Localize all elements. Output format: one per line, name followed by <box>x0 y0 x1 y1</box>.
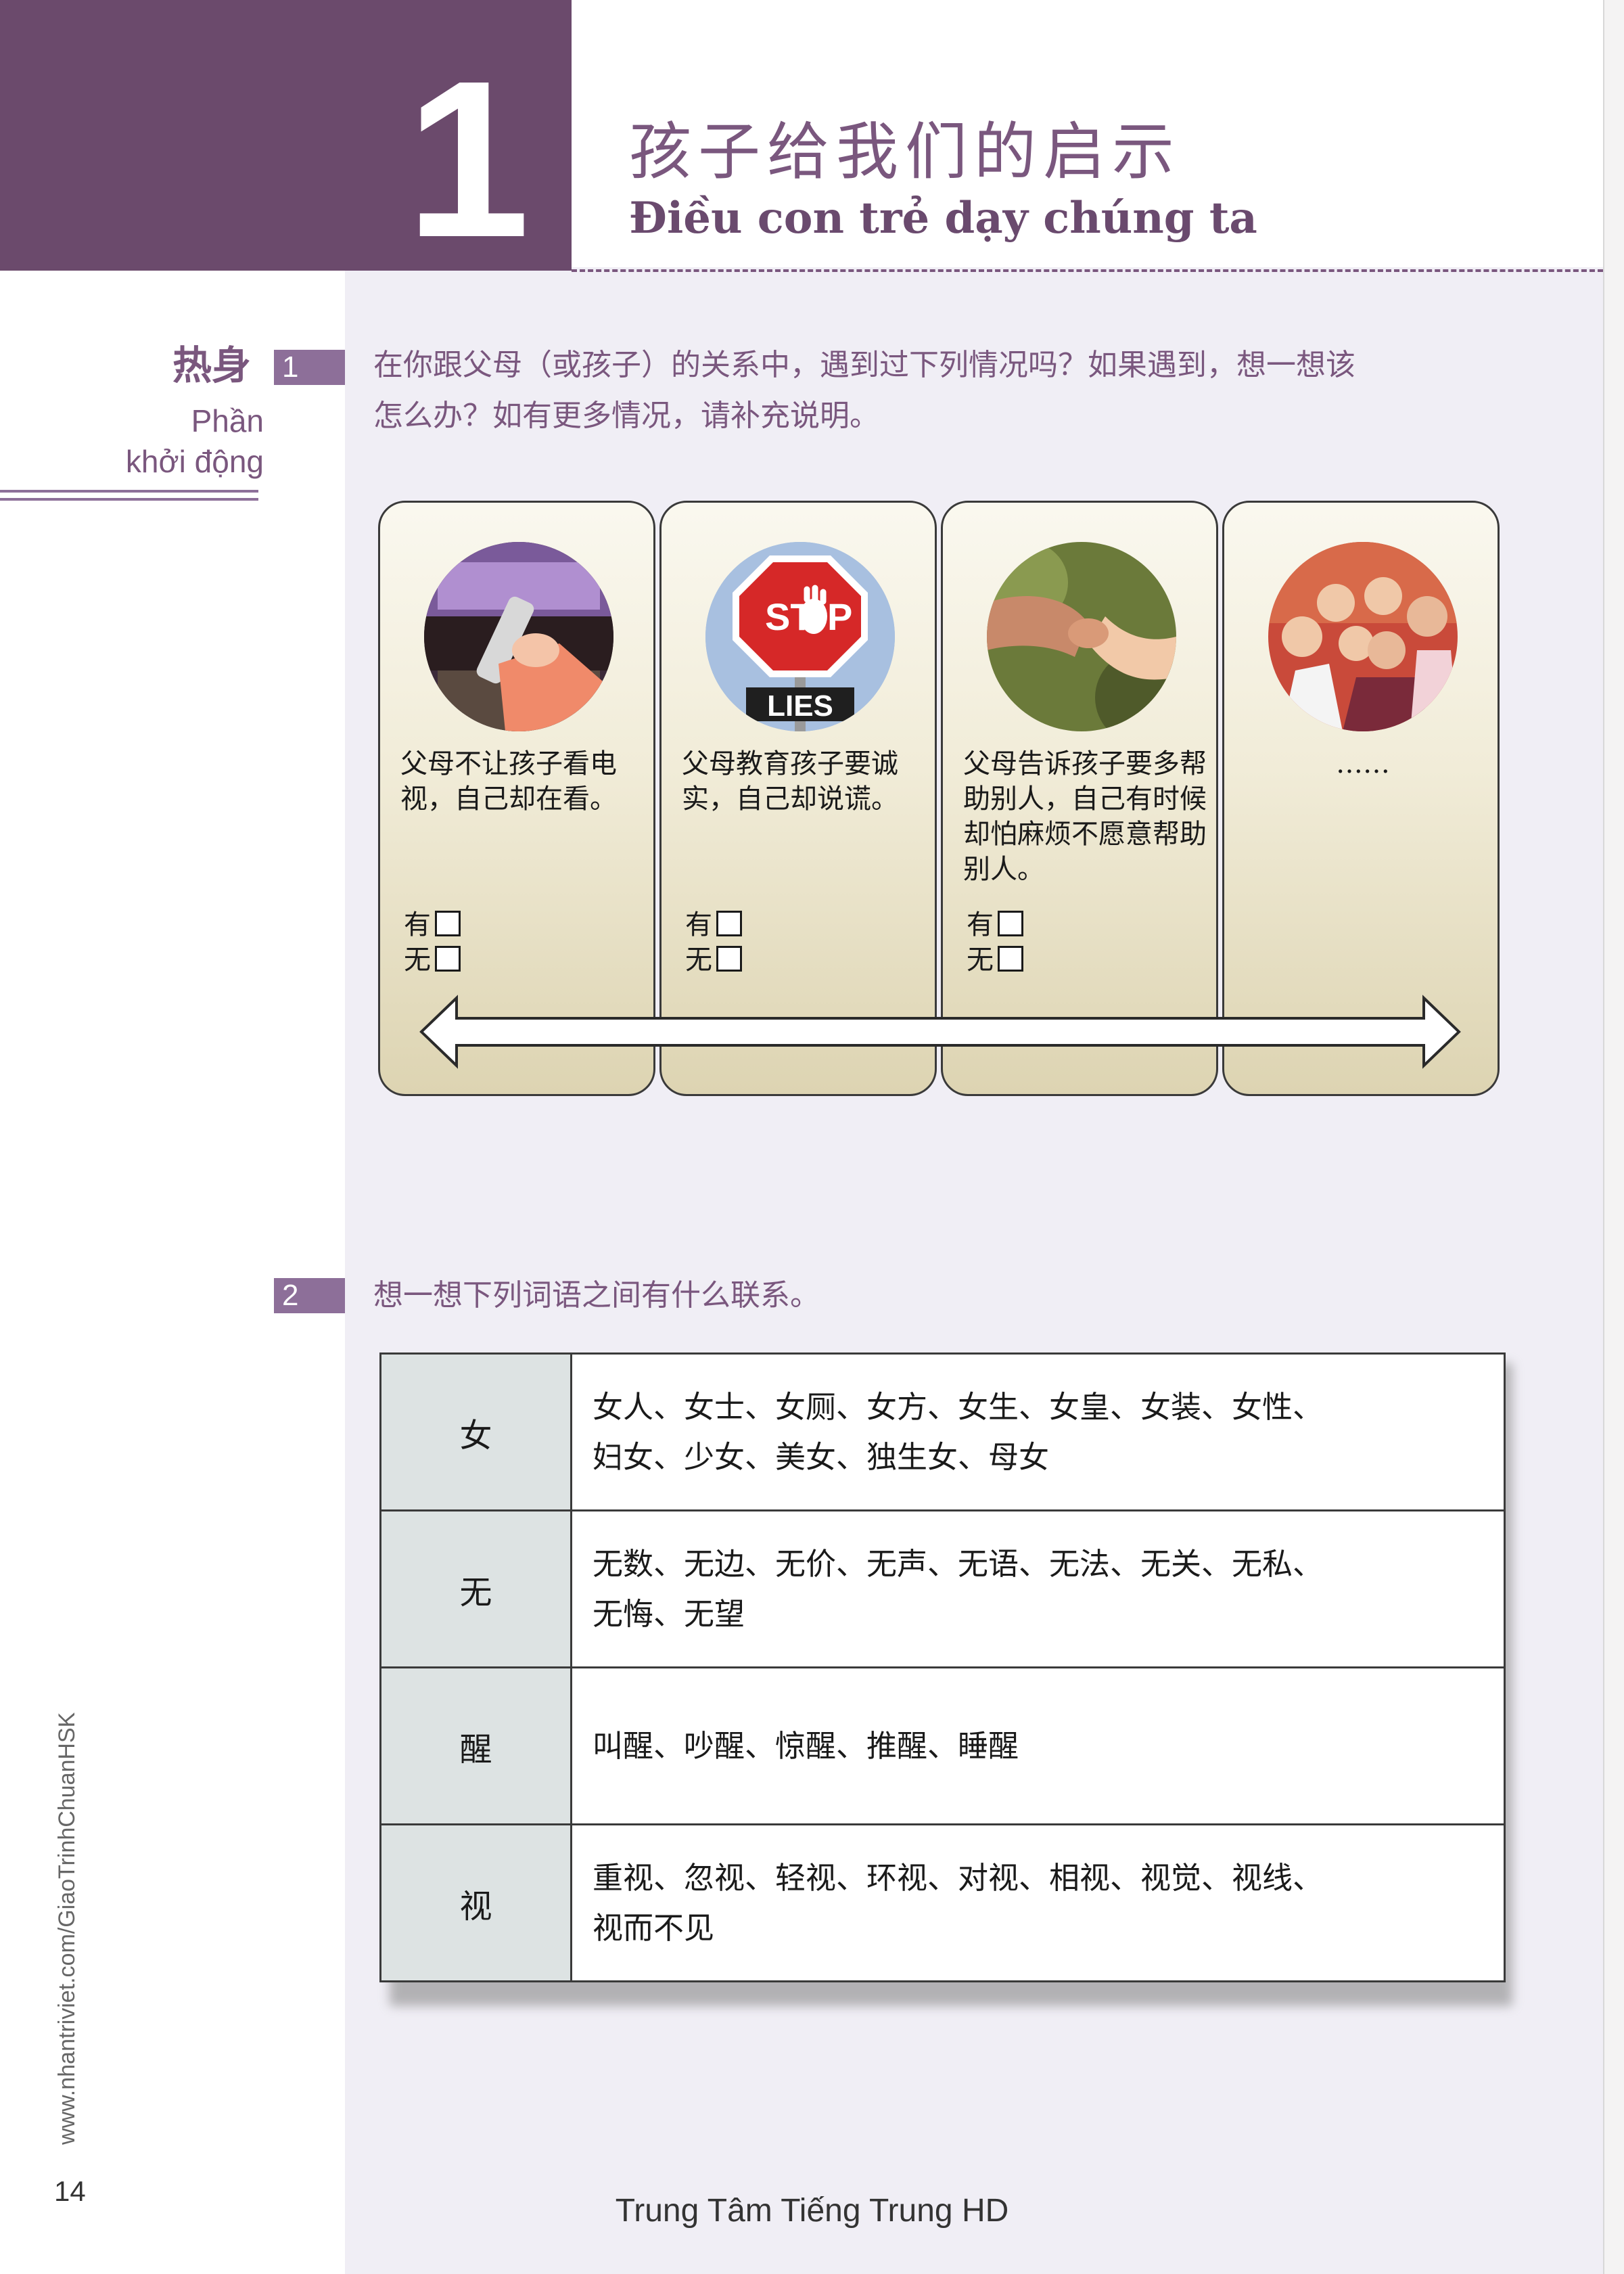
table-words-cell: 无数、无边、无价、无声、无语、无法、无关、无私、 无悔、无望 <box>570 1509 1506 1668</box>
svg-text:P: P <box>827 595 852 638</box>
yes-checkbox[interactable] <box>998 911 1023 936</box>
option-no: 无 <box>685 942 742 978</box>
section-label-chinese: 热身 <box>172 342 252 388</box>
lesson-title-vietnamese: Điều con trẻ dạy chúng ta <box>629 193 1257 244</box>
section-label-vietnamese: Phần khởi động <box>122 401 264 482</box>
section-rule <box>0 498 258 501</box>
table-key-cell: 女 <box>379 1352 572 1511</box>
option-no: 无 <box>404 942 461 978</box>
words-line: 无数、无边、无价、无声、无语、无法、无关、无私、 <box>593 1545 1324 1582</box>
words-line: 视而不见 <box>593 1909 715 1946</box>
words-line: 重视、忽视、轻视、环视、对视、相视、视觉、视线、 <box>593 1859 1324 1896</box>
table-words-cell: 女人、女士、女厕、女方、女生、女皇、女装、女性、 妇女、少女、美女、独生女、母女 <box>570 1352 1506 1511</box>
section-label-vi-line2: khởi động <box>125 444 264 479</box>
header-dashed-divider <box>572 269 1603 272</box>
section-label-vi-line1: Phần <box>191 403 264 438</box>
exercise-1-instruction-line1: 在你跟父母（或孩子）的关系中，遇到过下列情况吗？如果遇到，想一想该 <box>373 348 1355 382</box>
family-photo <box>1268 542 1458 731</box>
side-website-url: www.nhantriviet.com/GiaoTrinhChuanHSK <box>54 1712 80 2145</box>
words-line: 妇女、少女、美女、独生女、母女 <box>593 1438 1050 1475</box>
table-row: 女 女人、女士、女厕、女方、女生、女皇、女装、女性、 妇女、少女、美女、独生女、… <box>379 1352 1506 1511</box>
option-yes: 有 <box>404 907 461 942</box>
no-checkbox[interactable] <box>998 946 1023 972</box>
table-words-cell: 叫醒、吵醒、惊醒、推醒、睡醒 <box>570 1666 1506 1825</box>
lesson-number: 1 <box>406 34 530 283</box>
card-situation-text: 父母告诉孩子要多帮助别人，自己有时候却怕麻烦不愿意帮助别人。 <box>963 748 1207 885</box>
holding-hands-photo <box>987 542 1176 731</box>
lesson-title-chinese: 孩子给我们的启示 <box>629 116 1182 188</box>
page-edge-strip <box>1603 0 1624 2274</box>
table-row: 视 重视、忽视、轻视、环视、对视、相视、视觉、视线、 视而不见 <box>379 1823 1506 1982</box>
footer-center-text: Trung Tâm Tiếng Trung HD <box>615 2193 1009 2229</box>
table-key-cell: 醒 <box>379 1666 572 1825</box>
card-more-situations: …… <box>1336 748 1390 779</box>
yes-checkbox[interactable] <box>435 911 461 936</box>
yes-checkbox[interactable] <box>716 911 742 936</box>
table-key-cell: 视 <box>379 1823 572 1982</box>
svg-text:LIES: LIES <box>767 689 833 723</box>
word-relation-table: 女 女人、女士、女厕、女方、女生、女皇、女装、女性、 妇女、少女、美女、独生女、… <box>379 1352 1506 1982</box>
table-words-cell: 重视、忽视、轻视、环视、对视、相视、视觉、视线、 视而不见 <box>570 1823 1506 1982</box>
exercise-1-instruction-line2: 怎么办？如有更多情况，请补充说明。 <box>373 399 879 433</box>
stop-lies-sign-photo: ST P LIES <box>705 542 895 731</box>
exercise-2-instruction: 想一想下列词语之间有什么联系。 <box>373 1278 820 1313</box>
no-checkbox[interactable] <box>435 946 461 972</box>
exercise-2-badge: 2 <box>274 1278 345 1313</box>
section-rule <box>0 490 258 493</box>
words-line: 女人、女士、女厕、女方、女生、女皇、女装、女性、 <box>593 1388 1324 1425</box>
double-arrow-icon <box>419 995 1461 1069</box>
exercise-1-badge: 1 <box>274 350 345 385</box>
words-line: 叫醒、吵醒、惊醒、推醒、睡醒 <box>593 1727 1019 1764</box>
option-yes: 有 <box>967 907 1023 942</box>
table-row: 醒 叫醒、吵醒、惊醒、推醒、睡醒 <box>379 1666 1506 1825</box>
card-situation-text: 父母教育孩子要诚实，自己却说谎。 <box>682 748 898 815</box>
words-line: 无悔、无望 <box>593 1595 745 1632</box>
card-situation-text: 父母不让孩子看电视，自己却在看。 <box>400 748 617 815</box>
table-row: 无 无数、无边、无价、无声、无语、无法、无关、无私、 无悔、无望 <box>379 1509 1506 1668</box>
no-checkbox[interactable] <box>716 946 742 972</box>
option-no: 无 <box>967 942 1023 978</box>
table-key-cell: 无 <box>379 1509 572 1668</box>
option-yes: 有 <box>685 907 742 942</box>
tv-remote-photo <box>424 542 613 731</box>
